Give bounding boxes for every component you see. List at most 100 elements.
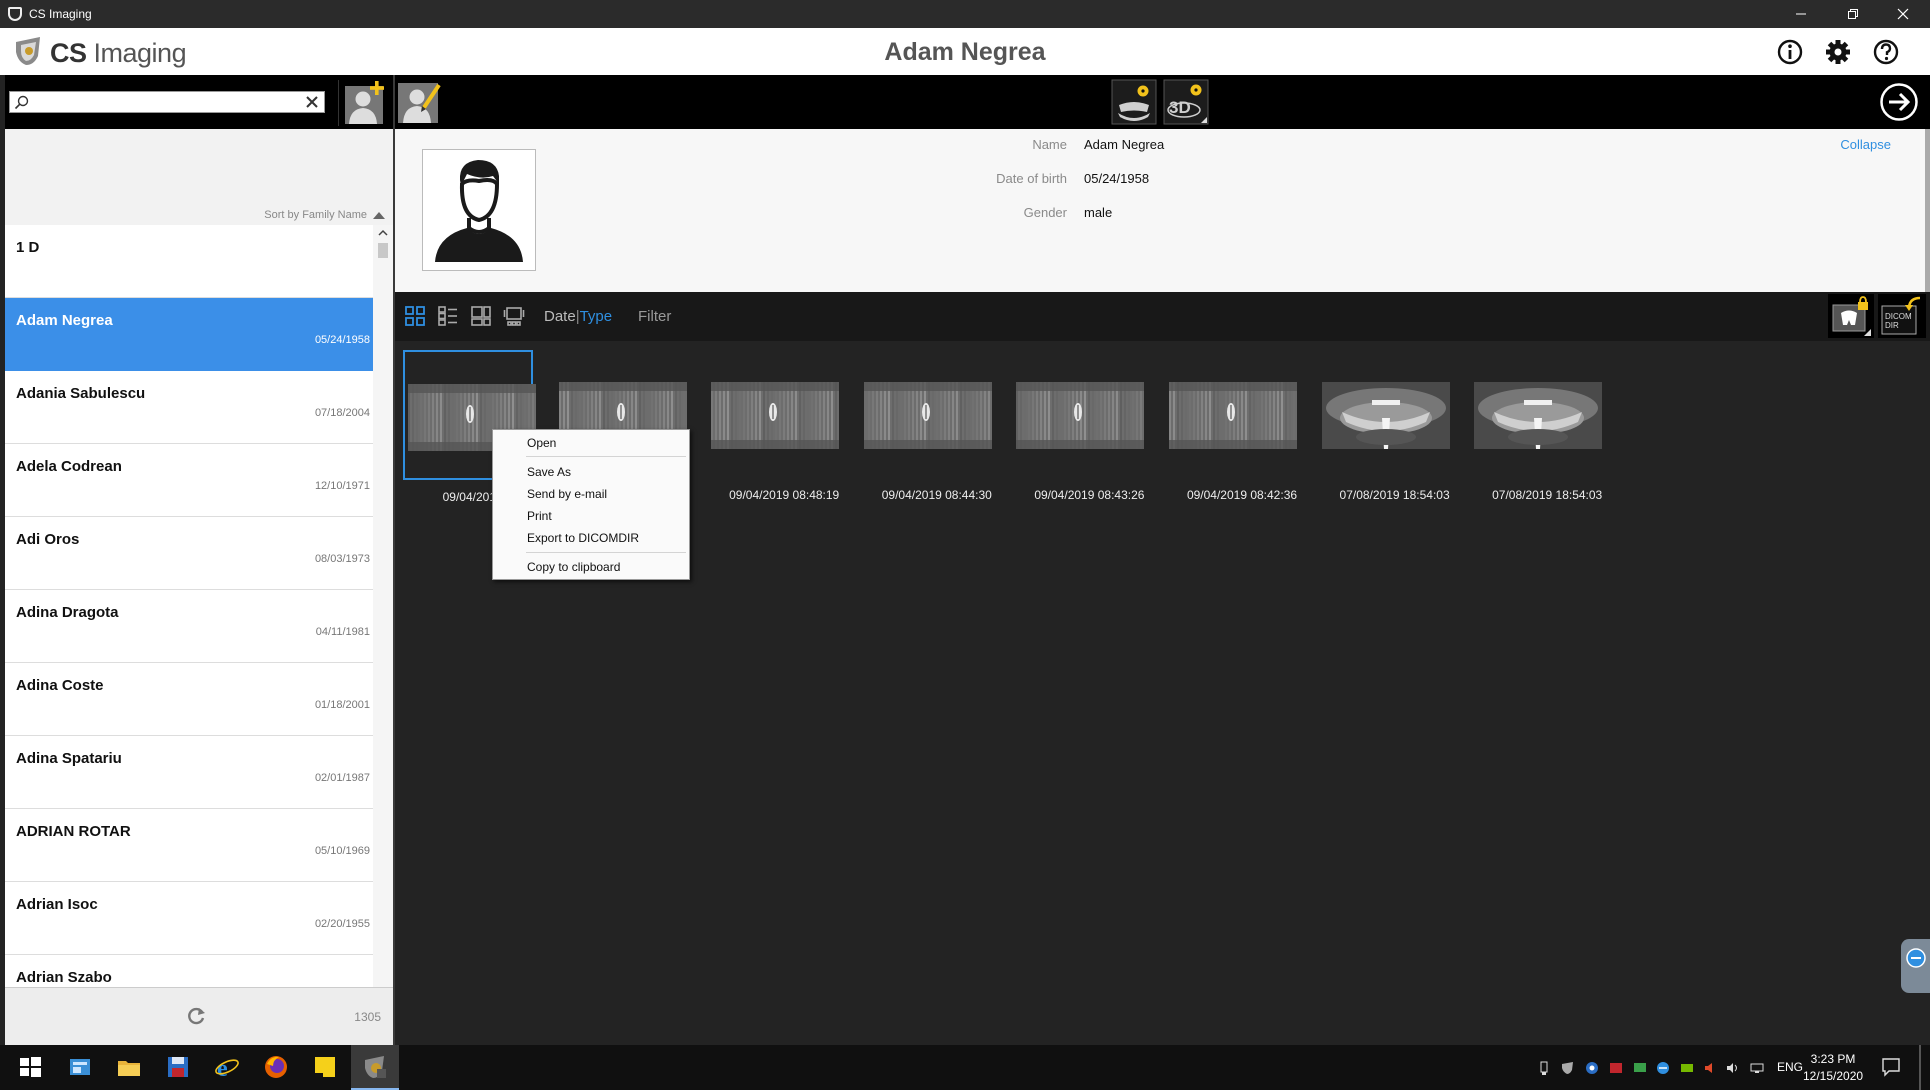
sort-ascending-icon[interactable]	[373, 212, 385, 219]
patient-dob: 01/18/2001	[314, 699, 370, 711]
image-thumbnail[interactable]: 09/04/2019 08:44:30	[861, 350, 992, 502]
3d-acquisition-button[interactable]: 3D	[1163, 79, 1209, 125]
save-floppy-icon[interactable]	[165, 1054, 191, 1080]
menu-item-send-email[interactable]: Send by e-mail	[527, 487, 607, 501]
clock[interactable]: 3:23 PM 12/15/2020	[1803, 1051, 1863, 1085]
cs-imaging-logo-icon	[16, 37, 40, 65]
menu-item-export-dicomdir[interactable]: Export to DICOMDIR	[527, 531, 639, 545]
sort-by-type-link[interactable]: Type	[580, 308, 613, 325]
image-thumbnail[interactable]: 09/04/2019 08:43:26	[1013, 350, 1144, 502]
patient-list-item[interactable]: Adela Codrean 12/10/1971	[5, 444, 373, 517]
export-lock-button[interactable]	[1828, 294, 1874, 338]
patient-list-item[interactable]: Adina Dragota 04/11/1981	[5, 590, 373, 663]
restore-button[interactable]	[1830, 0, 1876, 28]
image-date: 07/08/2019 18:54:03	[1492, 488, 1603, 502]
dicomdir-icon: DICOM DIR	[1881, 296, 1921, 335]
cs-tray-icon[interactable]	[1561, 1061, 1575, 1075]
settings-gear-icon[interactable]	[1824, 38, 1852, 66]
cs-imaging-taskbar-button[interactable]	[351, 1045, 399, 1090]
patient-list-item[interactable]: Adina Coste 01/18/2001	[5, 663, 373, 736]
filter-link[interactable]: Filter	[638, 308, 671, 325]
next-arrow-icon[interactable]	[1879, 82, 1919, 122]
title-bar: CS Imaging	[0, 0, 1930, 28]
panoramic-xray-image	[1321, 382, 1450, 449]
menu-item-save-as[interactable]: Save As	[527, 465, 571, 479]
image-thumbnail[interactable]: 09/04/2019 08:48:19	[708, 350, 839, 502]
refresh-icon[interactable]	[185, 1005, 207, 1027]
menu-item-open[interactable]: Open	[527, 436, 556, 450]
image-thumbnail[interactable]: 07/08/2019 18:54:03	[1319, 350, 1450, 502]
info-icon[interactable]	[1776, 38, 1804, 66]
internet-explorer-icon[interactable]: e	[214, 1054, 240, 1080]
patient-list-item[interactable]: Adania Sabulescu 07/18/2004	[5, 371, 373, 444]
patient-list-item[interactable]: ADRIAN ROTAR 05/10/1969	[5, 809, 373, 882]
grid-view-icon[interactable]	[404, 305, 426, 327]
search-input[interactable]	[32, 94, 302, 110]
monitor-tool-icon[interactable]	[1633, 1061, 1647, 1075]
file-explorer-icon[interactable]	[116, 1054, 142, 1080]
collapse-link[interactable]: Collapse	[1840, 137, 1891, 152]
image-thumbnail[interactable]: 09/04/2019 08:42:36	[1166, 350, 1297, 502]
intraoral-xray-icon	[1111, 79, 1157, 125]
scrollbar-thumb[interactable]	[378, 243, 388, 258]
cs-imaging-window: CS Imaging CS Imaging Adam Negrea Sort b…	[0, 0, 1930, 1090]
help-icon[interactable]	[1872, 38, 1900, 66]
teamviewer-tray-icon[interactable]	[1656, 1061, 1670, 1075]
usb-icon[interactable]	[1537, 1061, 1551, 1075]
list-view-icon[interactable]	[437, 305, 459, 327]
notification-center-icon[interactable]	[1880, 1056, 1902, 1078]
close-window-button[interactable]	[1880, 0, 1926, 28]
menu-item-copy-clipboard[interactable]: Copy to clipboard	[527, 560, 620, 574]
app-header: CS Imaging Adam Negrea	[0, 28, 1930, 75]
add-patient-button[interactable]	[338, 80, 390, 126]
image-thumbnail[interactable]: 07/08/2019 18:54:03	[1471, 350, 1603, 502]
intraoral-acquisition-button[interactable]	[1111, 79, 1157, 125]
info-scrollbar[interactable]	[1925, 129, 1930, 292]
slideshow-view-icon[interactable]	[503, 305, 525, 327]
image-date: 07/08/2019 18:54:03	[1339, 488, 1450, 502]
patient-list-item[interactable]: Adrian Isoc 02/20/1955	[5, 882, 373, 955]
patient-dob: 04/11/1981	[315, 626, 370, 638]
large-view-icon[interactable]	[470, 305, 492, 327]
patient-dob: 12/10/1971	[314, 480, 370, 492]
menu-item-print[interactable]: Print	[527, 509, 552, 523]
side-panel-tab[interactable]	[1901, 939, 1930, 993]
sticky-notes-icon[interactable]	[312, 1054, 338, 1080]
file-manager-icon[interactable]	[67, 1054, 93, 1080]
language-indicator[interactable]: ENG	[1777, 1060, 1803, 1074]
graphics-icon[interactable]	[1609, 1061, 1623, 1075]
dicomdir-button[interactable]: DICOM DIR	[1878, 294, 1926, 338]
network-share-icon[interactable]	[1585, 1061, 1599, 1075]
volume-icon[interactable]	[1726, 1061, 1740, 1075]
panoramic-xray-image	[1474, 382, 1603, 449]
patient-list-scrollbar[interactable]	[373, 225, 393, 1062]
svg-text:e: e	[217, 1056, 228, 1080]
patient-list-item[interactable]: Adi Oros 08/03/1973	[5, 517, 373, 590]
network-icon[interactable]	[1750, 1061, 1764, 1075]
clear-search-icon[interactable]	[306, 96, 318, 108]
patient-name: Adina Spatariu	[16, 750, 122, 767]
patient-list-item[interactable]: Adina Spatariu 02/01/1987	[5, 736, 373, 809]
images-toolbar: Date|Type Filter DICOM DIR	[395, 292, 1930, 341]
show-desktop-button[interactable]	[1919, 1045, 1921, 1090]
patient-list-item[interactable]: 1 D	[5, 225, 373, 298]
search-box	[9, 91, 325, 113]
sort-label[interactable]: Sort by Family Name	[264, 209, 367, 221]
patient-list-item[interactable]: Adam Negrea 05/24/1958	[5, 298, 373, 371]
patient-photo[interactable]	[422, 149, 536, 271]
nvidia-icon[interactable]	[1680, 1061, 1694, 1075]
edit-patient-button[interactable]	[397, 79, 443, 125]
image-date: 09/04/2019 08:42:36	[1186, 488, 1298, 502]
clock-time: 3:23 PM	[1810, 1052, 1856, 1066]
clock-date: 12/15/2020	[1803, 1069, 1864, 1083]
sort-bar: Sort by Family Name	[5, 129, 393, 225]
speaker-alert-icon[interactable]	[1703, 1061, 1717, 1075]
sort-by-date-link[interactable]: Date	[544, 308, 576, 325]
scroll-up-icon[interactable]	[378, 229, 388, 237]
windows-start-icon[interactable]	[17, 1054, 43, 1080]
image-date: 09/04/2019 08:43:26	[1034, 488, 1145, 502]
minimize-button[interactable]	[1778, 0, 1824, 28]
menu-separator	[526, 456, 686, 457]
firefox-icon[interactable]	[263, 1054, 289, 1080]
window-title: CS Imaging	[29, 7, 92, 21]
